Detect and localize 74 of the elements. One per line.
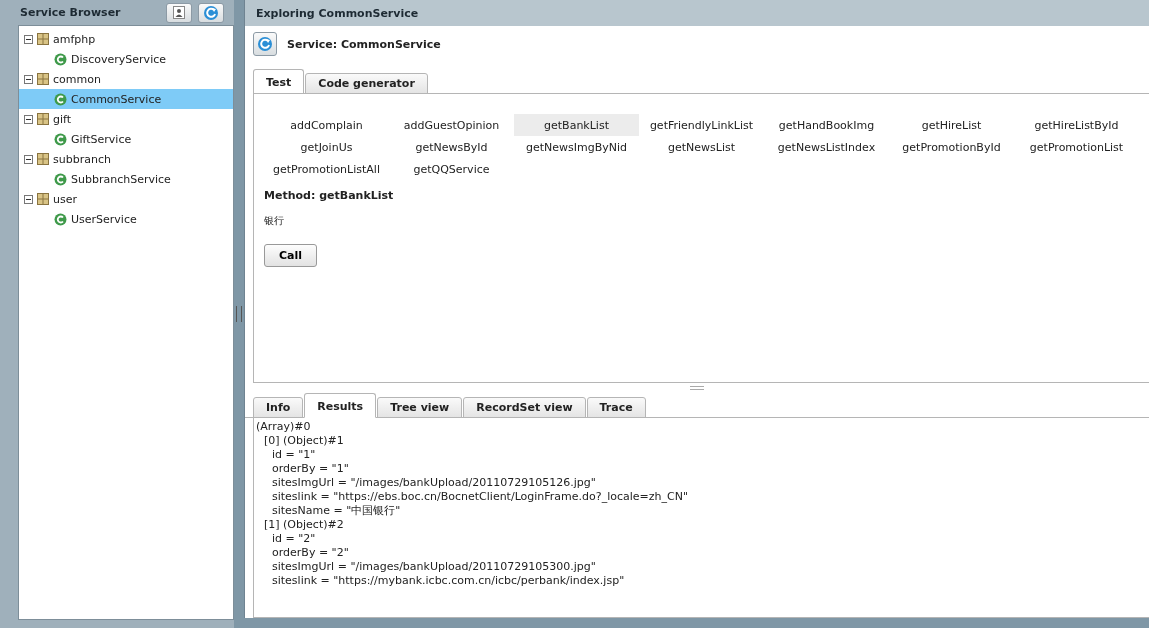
method-item[interactable]: getNewsListIndex — [764, 136, 889, 158]
collapse-icon[interactable] — [24, 34, 33, 44]
tree-item[interactable]: SubbranchService — [19, 169, 234, 189]
service-title: Service: CommonService — [287, 37, 441, 51]
tab[interactable]: Info — [253, 397, 304, 418]
tree-item[interactable]: UserService — [19, 209, 234, 229]
tree-folder[interactable]: subbranch — [53, 152, 111, 166]
result-line: sitesImgUrl = "/images/bankUpload/20110729105126.jpg" — [271, 476, 597, 490]
method-item[interactable]: getNewsImgByNid — [514, 136, 639, 158]
method-item[interactable]: getPromotionListAll — [264, 158, 389, 180]
method-title: Method: getBankList — [264, 189, 395, 202]
package-icon — [37, 193, 49, 205]
tree-item[interactable]: CommonService — [19, 89, 234, 109]
method-item[interactable]: getPromotionList — [1014, 136, 1139, 158]
method-item[interactable]: getBankList — [514, 114, 639, 136]
user-icon — [173, 6, 186, 19]
method-item[interactable]: getHireList — [889, 114, 1014, 136]
tab[interactable]: Tree view — [377, 397, 463, 418]
refresh-button[interactable] — [198, 2, 225, 23]
method-item[interactable]: getPromotionById — [889, 136, 1014, 158]
tab[interactable]: Code generator — [305, 73, 428, 94]
result-line: (Array)#0 — [256, 420, 312, 434]
refresh-button[interactable] — [253, 32, 277, 56]
tab[interactable]: RecordSet view — [463, 397, 586, 418]
method-item[interactable]: getHireListById — [1014, 114, 1139, 136]
result-line: id = "2" — [271, 532, 317, 546]
method-item[interactable]: getNewsById — [389, 136, 514, 158]
splitter-handle[interactable] — [236, 306, 243, 322]
panel-title: Service Browser — [20, 6, 122, 19]
result-line: siteslink = "https://mybank.icbc.com.cn/icbc/perbank/index.jsp" — [271, 574, 626, 588]
refresh-icon — [257, 36, 273, 52]
tab[interactable]: Results — [304, 393, 377, 418]
collapse-icon[interactable] — [24, 114, 33, 124]
result-line: orderBy = "2" — [271, 546, 350, 560]
result-line: [0] (Object)#1 — [263, 434, 345, 448]
service-icon — [54, 132, 67, 146]
divider-handle[interactable] — [690, 386, 704, 390]
method-item[interactable]: addComplain — [264, 114, 389, 136]
service-icon — [54, 52, 67, 66]
tree-folder[interactable]: amfphp — [53, 32, 96, 46]
package-icon — [37, 73, 49, 85]
method-description: 银行 — [264, 214, 285, 228]
call-button[interactable]: Call — [264, 244, 318, 267]
service-icon — [54, 92, 67, 106]
tree-item[interactable]: GiftService — [19, 129, 234, 149]
method-item[interactable]: getHandBookImg — [764, 114, 889, 136]
result-line: [1] (Object)#2 — [263, 518, 345, 532]
tab[interactable]: Trace — [586, 397, 646, 418]
tree-item[interactable]: DiscoveryService — [19, 49, 234, 69]
tree-folder[interactable]: common — [53, 72, 101, 86]
refresh-icon — [203, 4, 220, 21]
service-icon — [54, 212, 67, 226]
collapse-icon[interactable] — [24, 74, 33, 84]
method-item[interactable]: getFriendlyLinkList — [639, 114, 764, 136]
method-item[interactable]: getJoinUs — [264, 136, 389, 158]
package-icon — [37, 113, 49, 125]
tree-folder[interactable]: user — [53, 192, 77, 206]
result-line: sitesImgUrl = "/images/bankUpload/20110729105300.jpg" — [271, 560, 597, 574]
method-item[interactable]: addGuestOpinion — [389, 114, 514, 136]
panel-title: Exploring CommonService — [256, 6, 419, 20]
package-icon — [37, 33, 49, 45]
service-icon — [54, 172, 67, 186]
method-item[interactable]: getNewsList — [639, 136, 764, 158]
tab[interactable]: Test — [253, 69, 305, 94]
user-button[interactable] — [166, 2, 193, 23]
result-line: sitesName = "中国银行" — [271, 504, 402, 518]
tree-folder[interactable]: gift — [53, 112, 72, 126]
result-line: orderBy = "1" — [271, 462, 350, 476]
collapse-icon[interactable] — [24, 154, 33, 164]
collapse-icon[interactable] — [24, 194, 33, 204]
method-item[interactable]: getQQService — [389, 158, 514, 180]
package-icon — [37, 153, 49, 165]
result-line: siteslink = "https://ebs.boc.cn/BocnetClient/LoginFrame.do?_locale=zh_CN" — [271, 490, 689, 504]
result-line: id = "1" — [271, 448, 317, 462]
